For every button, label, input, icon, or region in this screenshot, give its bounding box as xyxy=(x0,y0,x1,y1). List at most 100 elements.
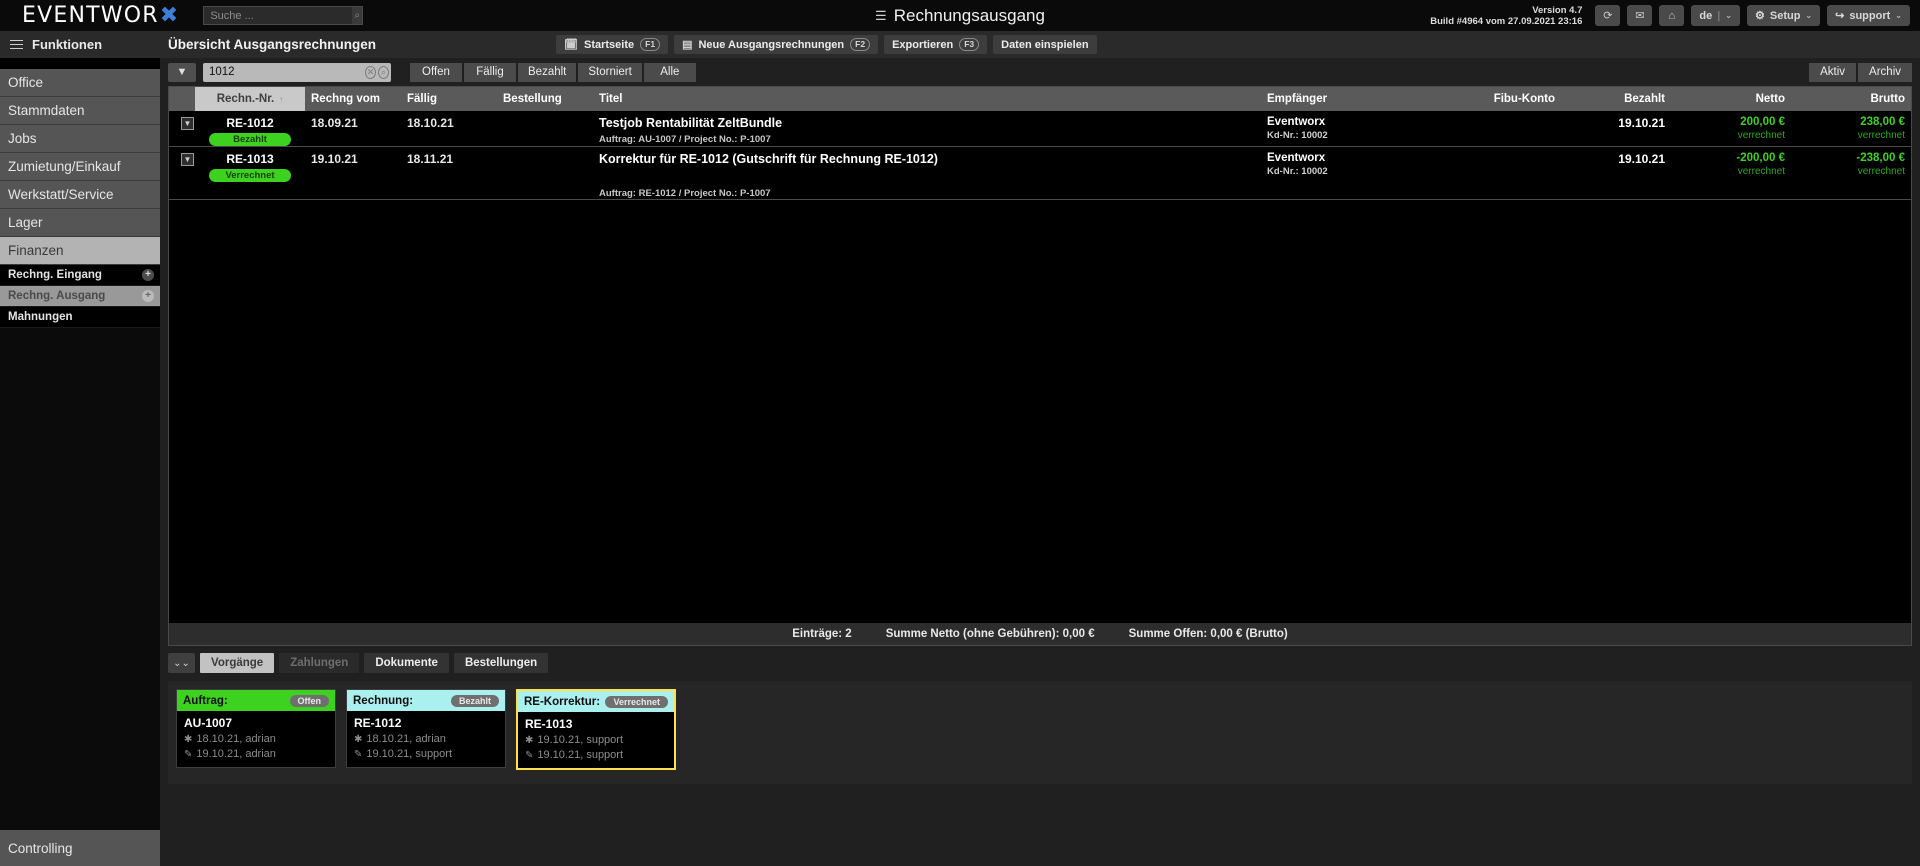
card-header: RE-Korrektur: Verrechnet xyxy=(518,691,674,712)
sidebar-item-controlling[interactable]: Controlling xyxy=(0,830,160,866)
filter-search-input[interactable] xyxy=(209,66,363,78)
cell-rechnr: RE-1012 Bezahlt xyxy=(195,116,305,146)
invoice-number: RE-1012 xyxy=(226,116,274,130)
invoice-title: Korrektur für RE-1012 (Gutschrift für Re… xyxy=(599,152,938,166)
netto-amount: 200,00 € xyxy=(1740,116,1785,128)
table-row[interactable]: ▼ RE-1013 Verrechnet 19.10.21 18.11.21 K… xyxy=(169,147,1911,200)
daten-einspielen-button[interactable]: Daten einspielen xyxy=(993,35,1097,54)
footer-sum-offen: Summe Offen: 0,00 € (Brutto) xyxy=(1128,628,1288,640)
plus-icon[interactable]: + xyxy=(142,290,154,302)
chevron-down-icon: ⌄ xyxy=(1895,11,1902,20)
list-icon: ☰ xyxy=(875,7,887,23)
card-document-id: RE-1013 xyxy=(525,717,573,731)
neue-ausgangsrechnungen-button[interactable]: ▤ Neue Ausgangsrechnungen F2 xyxy=(674,35,879,54)
th-netto[interactable]: Netto xyxy=(1671,87,1791,111)
cell-bezahlt: 19.10.21 xyxy=(1561,116,1671,146)
th-faellig[interactable]: Fällig xyxy=(401,87,497,111)
sidebar-spacer xyxy=(0,58,160,69)
filter-tab-alle[interactable]: Alle xyxy=(643,62,696,82)
tab-bestellungen[interactable]: Bestellungen xyxy=(453,653,549,673)
sidebar-item-office[interactable]: Office xyxy=(0,69,160,97)
sidebar-item-jobs[interactable]: Jobs xyxy=(0,125,160,153)
sidebar-subitem-mahnungen[interactable]: Mahnungen xyxy=(0,307,160,328)
home-button[interactable]: ⌂ xyxy=(1659,5,1685,26)
cell-titel: Korrektur für RE-1012 (Gutschrift für Re… xyxy=(593,152,1261,199)
card-body: RE-1013 ✱ 19.10.21, support ✎ 19.10.21, … xyxy=(518,712,674,768)
filter-tab-archiv[interactable]: Archiv xyxy=(1858,62,1912,82)
page-title: Übersicht Ausgangsrechnungen xyxy=(168,37,377,52)
footer-sum-netto: Summe Netto (ohne Gebühren): 0,00 € xyxy=(885,628,1095,640)
button-label: Exportieren xyxy=(892,38,954,51)
cell-rechnr: RE-1013 Verrechnet xyxy=(195,152,305,199)
shortcut-badge: F1 xyxy=(640,38,661,51)
clear-icon[interactable]: ✕ xyxy=(365,65,376,79)
card-modified: 19.10.21, adrian xyxy=(196,748,276,760)
card-modified-line: ✎ 19.10.21, adrian xyxy=(184,748,328,760)
th-fibu-konto[interactable]: Fibu-Konto xyxy=(1451,87,1561,111)
process-card-auftrag[interactable]: Auftrag: Offen AU-1007 ✱ 18.10.21, adria… xyxy=(176,689,336,768)
row-expander-cell: ▼ xyxy=(169,152,195,199)
expand-icon[interactable]: ▼ xyxy=(181,117,194,130)
invoices-table: Rechn.-Nr. ↑ Rechng vom Fällig Bestellun… xyxy=(168,86,1912,646)
sidebar-item-finanzen[interactable]: Finanzen xyxy=(0,237,160,265)
brutto-amount: 238,00 € xyxy=(1860,116,1905,128)
startseite-button[interactable]: 🗓 Startseite F1 xyxy=(556,35,669,54)
brutto-state: verrechnet xyxy=(1857,166,1905,177)
th-bestellung[interactable]: Bestellung xyxy=(497,87,593,111)
exportieren-button[interactable]: Exportieren F3 xyxy=(884,35,988,54)
sidebar-item-label: Zumietung/Einkauf xyxy=(8,159,121,174)
sidebar-item-werkstatt-service[interactable]: Werkstatt/Service xyxy=(0,181,160,209)
filter-search-field[interactable]: ✕ ⌕ xyxy=(203,62,391,82)
sidebar-item-zumietung-einkauf[interactable]: Zumietung/Einkauf xyxy=(0,153,160,181)
netto-amount: -200,00 € xyxy=(1736,152,1785,164)
paid-date: 19.10.21 xyxy=(1618,152,1665,166)
process-card-rechnung[interactable]: Rechnung: Bezahlt RE-1012 ✱ 18.10.21, ad… xyxy=(346,689,506,768)
th-rechnr[interactable]: Rechn.-Nr. ↑ xyxy=(195,87,305,111)
setup-label: Setup xyxy=(1769,9,1801,22)
sidebar-item-lager[interactable]: Lager xyxy=(0,209,160,237)
tab-dokumente[interactable]: Dokumente xyxy=(364,653,449,673)
sidebar-item-stammdaten[interactable]: Stammdaten xyxy=(0,97,160,125)
tab-vorgaenge[interactable]: Vorgänge xyxy=(200,653,275,673)
global-search[interactable]: ⌕ xyxy=(203,6,364,25)
global-search-input[interactable] xyxy=(204,9,353,22)
brutto-state: verrechnet xyxy=(1857,130,1905,141)
collapse-panel-button[interactable]: ⌄⌄ xyxy=(168,653,195,673)
filter-tab-aktiv[interactable]: Aktiv xyxy=(1809,62,1857,82)
user-menu-button[interactable]: ↪ support ⌄ xyxy=(1827,5,1910,26)
cell-brutto: 238,00 € verrechnet xyxy=(1791,116,1911,146)
main-content: Übersicht Ausgangsrechnungen 🗓 Startseit… xyxy=(160,31,1920,866)
filter-tab-storniert[interactable]: Storniert xyxy=(578,62,642,82)
mail-icon: ✉ xyxy=(1635,10,1645,22)
th-empfaenger[interactable]: Empfänger xyxy=(1261,87,1451,111)
th-bezahlt[interactable]: Bezahlt xyxy=(1561,87,1671,111)
shortcut-badge: F3 xyxy=(959,38,980,51)
process-card-re-korrektur[interactable]: RE-Korrektur: Verrechnet RE-1013 ✱ 19.10… xyxy=(516,689,676,770)
card-status-badge: Verrechnet xyxy=(605,695,668,708)
th-rechng-vom[interactable]: Rechng vom xyxy=(305,87,401,111)
sidebar-header[interactable]: Funktionen xyxy=(0,31,160,58)
card-header: Rechnung: Bezahlt xyxy=(347,690,505,711)
filter-tab-bezahlt[interactable]: Bezahlt xyxy=(518,62,577,82)
button-label: Startseite xyxy=(584,38,635,51)
table-row[interactable]: ▼ RE-1012 Bezahlt 18.09.21 18.10.21 Test… xyxy=(169,111,1911,147)
expand-icon[interactable]: ▼ xyxy=(181,153,194,166)
search-icon[interactable]: ⌕ xyxy=(378,65,389,79)
th-titel[interactable]: Titel xyxy=(593,87,1261,111)
refresh-button[interactable]: ⟳ xyxy=(1595,5,1621,26)
sidebar-subitem-rechng-ausgang[interactable]: Rechng. Ausgang + xyxy=(0,286,160,307)
filter-funnel-icon[interactable]: ▼ xyxy=(168,62,196,82)
language-label: de xyxy=(1699,9,1713,22)
setup-button[interactable]: ⚙ Setup ⌄ xyxy=(1746,5,1821,26)
search-icon[interactable]: ⌕ xyxy=(352,7,363,24)
mail-button[interactable]: ✉ xyxy=(1627,5,1653,26)
divider: | xyxy=(1717,9,1721,22)
filter-tab-offen[interactable]: Offen xyxy=(410,62,462,82)
logo-text: EVENTWOR xyxy=(22,3,159,28)
plus-icon[interactable]: + xyxy=(142,269,154,281)
th-brutto[interactable]: Brutto xyxy=(1791,87,1911,111)
language-selector[interactable]: de | ⌄ xyxy=(1691,5,1740,26)
sidebar-subitem-rechng-eingang[interactable]: Rechng. Eingang + xyxy=(0,265,160,286)
filter-tab-faellig[interactable]: Fällig xyxy=(464,62,516,82)
card-document-id: AU-1007 xyxy=(184,716,233,730)
